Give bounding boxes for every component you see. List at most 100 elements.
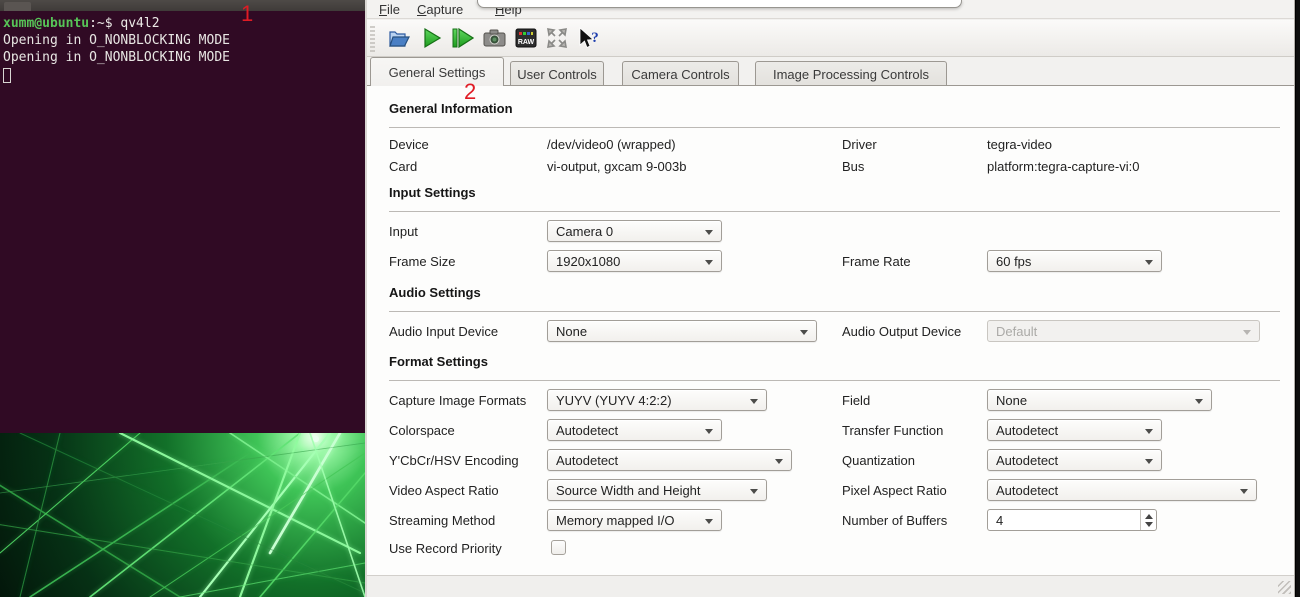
- field-value: None: [996, 393, 1027, 408]
- spinbox-buttons[interactable]: [1140, 510, 1156, 530]
- quantization-value: Autodetect: [996, 453, 1058, 468]
- field-dropdown[interactable]: None: [987, 389, 1212, 411]
- terminal-titlebar-fragment: [4, 2, 31, 11]
- chevron-down-icon: [1145, 429, 1153, 434]
- frame-rate-dropdown-value: 60 fps: [996, 254, 1031, 269]
- chevron-down-icon: [750, 399, 758, 404]
- pixel-aspect-ratio-value: Autodetect: [996, 483, 1058, 498]
- qv4l2-window: File Capture Help: [365, 0, 1295, 597]
- tab-user-controls[interactable]: User Controls: [510, 61, 604, 86]
- section-separator: [389, 127, 1280, 128]
- chevron-down-icon: [705, 260, 713, 265]
- chevron-down-icon: [1240, 489, 1248, 494]
- terminal-prompt-separator: :: [89, 16, 97, 31]
- section-separator: [389, 380, 1280, 381]
- card-label: Card: [389, 159, 417, 174]
- screenshot-root: xumm@ubuntu:~$ qv4l2 Opening in O_NONBLO…: [0, 0, 1300, 597]
- frame-rate-dropdown[interactable]: 60 fps: [987, 250, 1162, 272]
- input-dropdown[interactable]: Camera 0: [547, 220, 722, 242]
- section-title-general-information: General Information: [389, 101, 513, 116]
- ycbcr-hsv-encoding-dropdown[interactable]: Autodetect: [547, 449, 792, 471]
- quantization-dropdown[interactable]: Autodetect: [987, 449, 1162, 471]
- streaming-method-label: Streaming Method: [389, 513, 495, 528]
- number-of-buffers-label: Number of Buffers: [842, 513, 947, 528]
- spin-down-icon[interactable]: [1145, 522, 1153, 527]
- chevron-down-icon: [705, 429, 713, 434]
- terminal-prompt-path: ~: [97, 16, 105, 31]
- whats-this-help-icon[interactable]: ?: [575, 24, 603, 52]
- terminal-output-line: Opening in O_NONBLOCKING MODE: [3, 49, 365, 66]
- input-dropdown-value: Camera 0: [556, 224, 613, 239]
- menu-file[interactable]: File: [375, 1, 404, 18]
- field-label: Field: [842, 393, 870, 408]
- video-aspect-ratio-label: Video Aspect Ratio: [389, 483, 499, 498]
- step-capture-icon[interactable]: [448, 24, 476, 52]
- device-value: /dev/video0 (wrapped): [547, 137, 676, 152]
- video-aspect-ratio-value: Source Width and Height: [556, 483, 701, 498]
- pixel-aspect-ratio-dropdown[interactable]: Autodetect: [987, 479, 1257, 501]
- chevron-down-icon: [1195, 399, 1203, 404]
- colorspace-label: Colorspace: [389, 423, 455, 438]
- card-value: vi-output, gxcam 9-003b: [547, 159, 686, 174]
- menu-capture[interactable]: Capture: [413, 1, 467, 18]
- pixel-aspect-ratio-label: Pixel Aspect Ratio: [842, 483, 947, 498]
- driver-label: Driver: [842, 137, 877, 152]
- tab-image-processing-controls[interactable]: Image Processing Controls: [755, 61, 947, 86]
- use-record-priority-checkbox[interactable]: [551, 540, 566, 555]
- quantization-label: Quantization: [842, 453, 915, 468]
- open-file-icon[interactable]: [385, 24, 413, 52]
- screen-edge-strip: [1296, 0, 1300, 597]
- section-title-audio-settings: Audio Settings: [389, 285, 481, 300]
- audio-output-device-dropdown: Default: [987, 320, 1260, 342]
- snapshot-camera-icon[interactable]: [480, 24, 508, 52]
- resize-grip[interactable]: [1278, 581, 1291, 594]
- bus-label: Bus: [842, 159, 864, 174]
- svg-text:?: ?: [591, 30, 599, 46]
- input-label: Input: [389, 224, 418, 239]
- audio-input-device-dropdown[interactable]: None: [547, 320, 817, 342]
- capture-image-formats-value: YUYV (YUYV 4:2:2): [556, 393, 672, 408]
- chevron-down-icon: [800, 330, 808, 335]
- ycbcr-hsv-encoding-label: Y'CbCr/HSV Encoding: [389, 453, 519, 468]
- ycbcr-hsv-encoding-value: Autodetect: [556, 453, 618, 468]
- desktop-wallpaper: [0, 433, 365, 597]
- terminal-command: $ qv4l2: [105, 16, 160, 31]
- bus-value: platform:tegra-capture-vi:0: [987, 159, 1139, 174]
- frame-size-dropdown[interactable]: 1920x1080: [547, 250, 722, 272]
- number-of-buffers-value: 4: [996, 513, 1003, 528]
- frame-size-dropdown-value: 1920x1080: [556, 254, 620, 269]
- terminal-output-line: Opening in O_NONBLOCKING MODE: [3, 32, 365, 49]
- number-of-buffers-spinbox[interactable]: 4: [987, 509, 1157, 531]
- tab-general-settings[interactable]: General Settings: [370, 57, 504, 86]
- general-settings-pane: General Information Device /dev/video0 (…: [367, 86, 1294, 575]
- terminal-prompt-user: xumm@ubuntu: [3, 16, 89, 31]
- terminal-window[interactable]: xumm@ubuntu:~$ qv4l2 Opening in O_NONBLO…: [0, 11, 365, 433]
- video-aspect-ratio-dropdown[interactable]: Source Width and Height: [547, 479, 767, 501]
- transfer-function-dropdown[interactable]: Autodetect: [987, 419, 1162, 441]
- resize-to-frame-icon[interactable]: [543, 24, 571, 52]
- annotation-marker-2: 2: [464, 79, 476, 105]
- audio-input-device-value: None: [556, 324, 587, 339]
- streaming-method-dropdown[interactable]: Memory mapped I/O: [547, 509, 722, 531]
- terminal-prompt-line: xumm@ubuntu:~$ qv4l2: [3, 15, 365, 32]
- start-capturing-icon[interactable]: [417, 24, 445, 52]
- section-title-input-settings: Input Settings: [389, 185, 476, 200]
- raw-frames-icon[interactable]: RAW: [512, 24, 540, 52]
- section-separator: [389, 211, 1280, 212]
- frame-size-label: Frame Size: [389, 254, 455, 269]
- chevron-down-icon: [705, 230, 713, 235]
- tab-camera-controls[interactable]: Camera Controls: [622, 61, 739, 86]
- toolbar-grip[interactable]: [370, 26, 375, 52]
- tab-bar: General Settings User Controls Camera Co…: [367, 57, 1294, 86]
- spin-up-icon[interactable]: [1145, 514, 1153, 519]
- capture-image-formats-dropdown[interactable]: YUYV (YUYV 4:2:2): [547, 389, 767, 411]
- chevron-down-icon: [1243, 330, 1251, 335]
- status-bar: [367, 575, 1294, 597]
- audio-output-device-label: Audio Output Device: [842, 324, 961, 339]
- colorspace-value: Autodetect: [556, 423, 618, 438]
- chevron-down-icon: [1145, 260, 1153, 265]
- terminal-cursor: [3, 68, 11, 83]
- toolbar: RAW ?: [367, 20, 1294, 57]
- colorspace-dropdown[interactable]: Autodetect: [547, 419, 722, 441]
- section-separator: [389, 311, 1280, 312]
